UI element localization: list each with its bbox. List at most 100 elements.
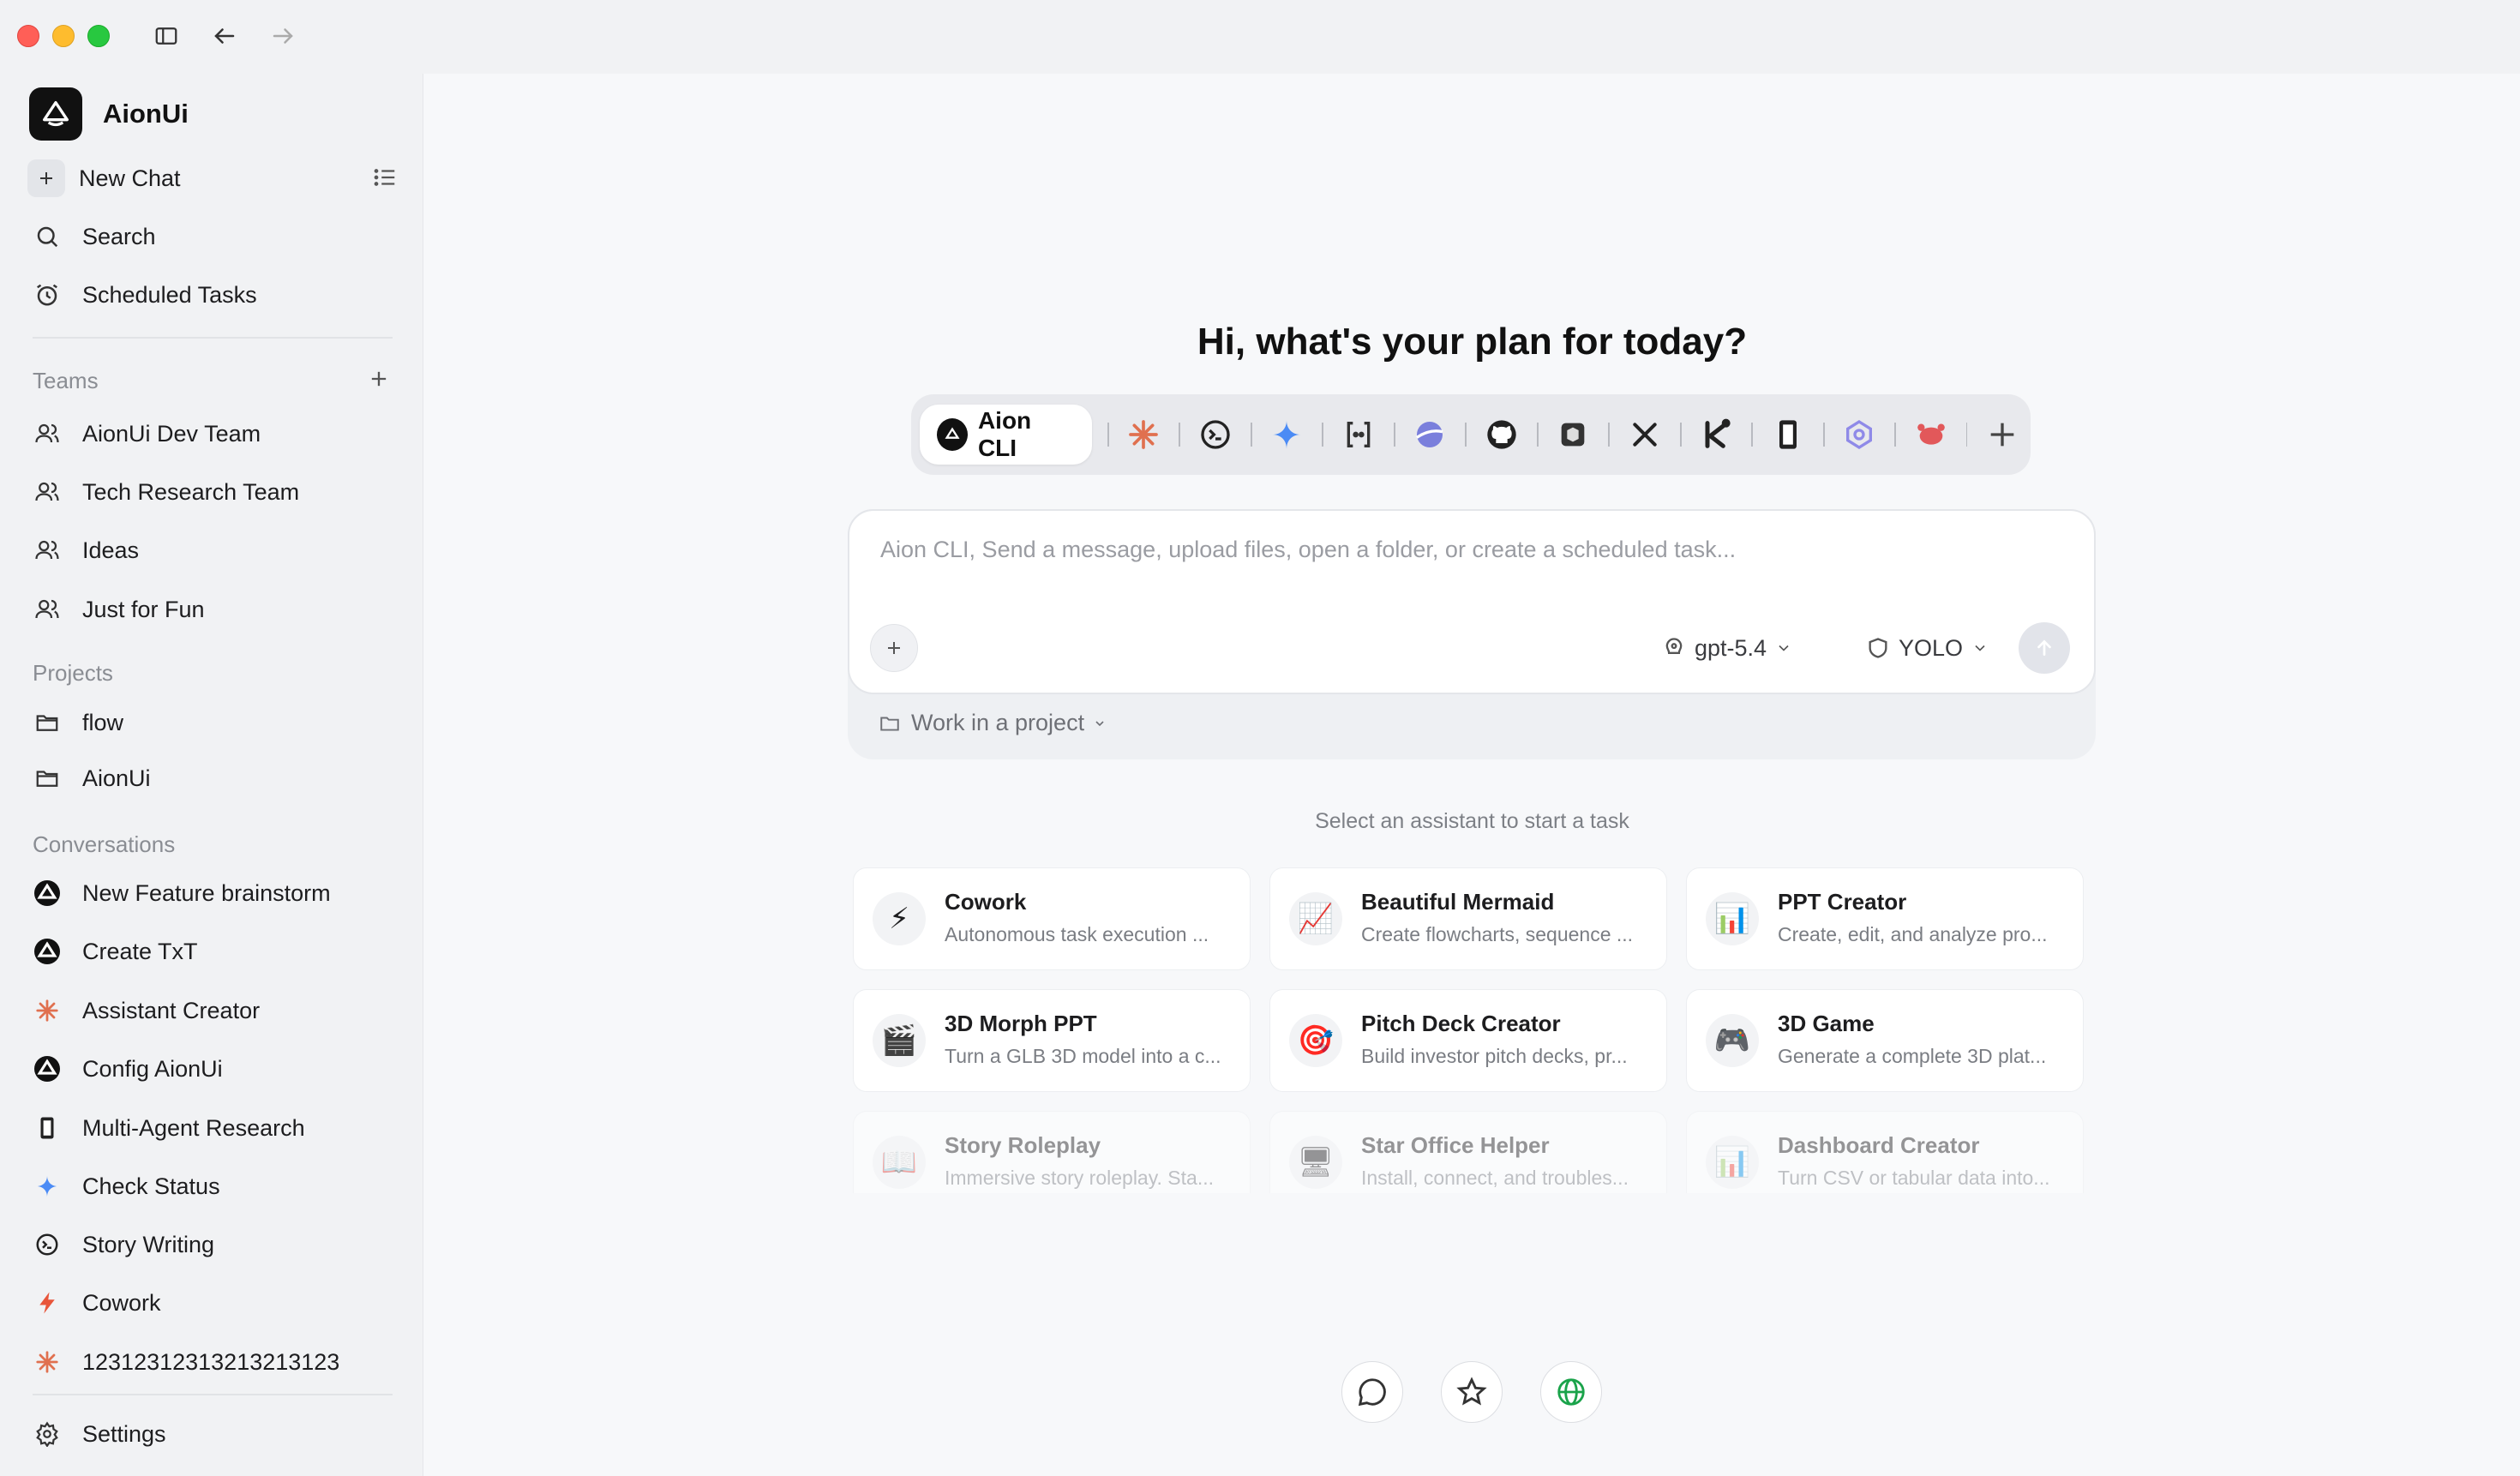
conversation-item[interactable]: Assistant Creator xyxy=(26,986,403,1035)
model-selector[interactable]: gpt-5.4 xyxy=(1662,629,1792,667)
scheduled-tasks-button[interactable]: Scheduled Tasks xyxy=(26,270,403,320)
conversation-label: Create TxT xyxy=(82,938,198,964)
cube-icon[interactable] xyxy=(1554,414,1593,455)
add-team-icon[interactable] xyxy=(367,367,394,394)
device-icon xyxy=(31,1112,63,1144)
window-titlebar xyxy=(0,0,2520,74)
github-icon[interactable] xyxy=(1482,414,1521,455)
team-item[interactable]: Just for Fun xyxy=(26,585,403,634)
team-label: Ideas xyxy=(82,537,140,563)
toggle-sidebar-icon[interactable] xyxy=(149,19,183,53)
attach-button[interactable] xyxy=(870,624,918,672)
assistant-card-dashboard[interactable]: 📊 Dashboard Creator Turn CSV or tabular … xyxy=(1686,1111,2084,1193)
chevron-down-icon xyxy=(1779,645,1789,651)
team-label: Tech Research Team xyxy=(82,478,300,505)
assistant-card-3d-morph[interactable]: 🎬 3D Morph PPT Turn a GLB 3D model into … xyxy=(853,989,1251,1092)
team-item[interactable]: Ideas xyxy=(26,525,403,575)
chat-bubble-button[interactable] xyxy=(1341,1361,1403,1423)
aion-logo-icon xyxy=(29,87,82,141)
assistant-title: 3D Morph PPT xyxy=(945,1011,1097,1036)
globe-icon xyxy=(1557,1378,1585,1406)
agent-aion-cli-tab[interactable]: Aion CLI xyxy=(920,405,1092,465)
assistant-card-mermaid[interactable]: 📈 Beautiful Mermaid Create flowcharts, s… xyxy=(1269,867,1667,970)
gamepad-icon: 🎮 xyxy=(1706,1014,1759,1067)
device-icon[interactable] xyxy=(1768,414,1808,455)
forward-arrow-icon[interactable] xyxy=(266,19,300,53)
add-agent-icon[interactable] xyxy=(1983,414,2022,455)
project-label: AionUi xyxy=(82,765,151,791)
folder-icon xyxy=(31,706,63,739)
star-icon xyxy=(1456,1377,1487,1406)
assistant-card-3d-game[interactable]: 🎮 3D Game Generate a complete 3D plat... xyxy=(1686,989,2084,1092)
assistant-card-pitch-deck[interactable]: 🎯 Pitch Deck Creator Build investor pitc… xyxy=(1269,989,1667,1092)
project-item[interactable]: flow xyxy=(26,698,403,747)
assistant-card-ppt[interactable]: 📊 PPT Creator Create, edit, and analyze … xyxy=(1686,867,2084,970)
agent-selector-bar: Aion CLI xyxy=(911,394,2031,475)
claude-icon[interactable] xyxy=(1125,414,1164,455)
search-button[interactable]: Search xyxy=(26,212,403,261)
web-button[interactable] xyxy=(1540,1361,1602,1423)
separator xyxy=(1322,423,1324,447)
mode-selector[interactable]: YOLO xyxy=(1866,629,1989,667)
separator xyxy=(1536,423,1539,447)
model-label: gpt-5.4 xyxy=(1695,634,1767,661)
book-icon: 📖 xyxy=(873,1136,926,1189)
conversation-item[interactable]: Create TxT xyxy=(26,927,403,976)
conversation-item[interactable]: New Feature brainstorm xyxy=(26,868,403,918)
planet-icon[interactable] xyxy=(1411,414,1450,455)
brand[interactable]: AionUi xyxy=(29,87,189,141)
settings-button[interactable]: Settings xyxy=(26,1409,403,1459)
flower-icon[interactable] xyxy=(1840,414,1880,455)
lightning-icon: ⚡ xyxy=(873,892,926,945)
assistant-card-story[interactable]: 📖 Story Roleplay Immersive story rolepla… xyxy=(853,1111,1251,1193)
assistant-card-star-office[interactable]: 🖥 Star Office Helper Install, connect, a… xyxy=(1269,1111,1667,1193)
assistant-desc: Install, connect, and troubles... xyxy=(1361,1167,1629,1189)
team-item[interactable]: AionUi Dev Team xyxy=(26,409,403,459)
work-in-project-button[interactable]: Work in a project xyxy=(879,710,1107,736)
back-arrow-icon[interactable] xyxy=(207,19,242,53)
conversation-item[interactable]: Cowork xyxy=(26,1278,403,1328)
folder-icon xyxy=(880,717,899,731)
conversation-label: Story Writing xyxy=(82,1231,215,1257)
claude-icon xyxy=(31,994,63,1027)
separator xyxy=(1465,423,1467,447)
arrow-up-icon xyxy=(2037,639,2051,656)
favorites-button[interactable] xyxy=(1441,1361,1503,1423)
cross-blade-icon[interactable] xyxy=(1625,414,1665,455)
message-input-box[interactable]: Aion CLI, Send a message, upload files, … xyxy=(848,509,2096,694)
separator xyxy=(1393,423,1395,447)
separator xyxy=(1751,423,1754,447)
assistant-title: Pitch Deck Creator xyxy=(1361,1011,1561,1036)
claude-icon xyxy=(31,1346,63,1378)
plus-icon xyxy=(27,159,65,197)
conversation-item[interactable]: Story Writing xyxy=(26,1220,403,1269)
kimi-icon[interactable] xyxy=(1697,414,1737,455)
new-chat-button[interactable]: New Chat xyxy=(26,153,403,203)
conversation-item[interactable]: Check Status xyxy=(26,1161,403,1211)
conversation-item[interactable]: 12312312313213213123 xyxy=(26,1337,403,1387)
message-input[interactable]: Aion CLI, Send a message, upload files, … xyxy=(880,537,1736,563)
conversation-item[interactable]: Multi-Agent Research xyxy=(26,1103,403,1153)
separator xyxy=(1894,423,1896,447)
conversation-label: Multi-Agent Research xyxy=(82,1114,305,1141)
terminal-icon[interactable] xyxy=(1196,414,1235,455)
assistant-desc: Turn a GLB 3D model into a c... xyxy=(945,1045,1221,1067)
active-agent-label: Aion CLI xyxy=(977,407,1032,461)
assistant-card-cowork[interactable]: ⚡ Cowork Autonomous task execution ... xyxy=(853,867,1251,970)
close-window-button[interactable] xyxy=(17,25,39,47)
conversation-item[interactable]: Config AionUi xyxy=(26,1044,403,1094)
minimize-window-button[interactable] xyxy=(52,25,75,47)
send-button[interactable] xyxy=(2019,622,2070,674)
crab-icon[interactable] xyxy=(1911,414,1951,455)
chevron-down-icon xyxy=(1975,645,1985,651)
chart-up-icon: 📈 xyxy=(1289,892,1342,945)
list-view-icon[interactable] xyxy=(372,165,403,195)
gemini-icon[interactable] xyxy=(1268,414,1307,455)
team-item[interactable]: Tech Research Team xyxy=(26,467,403,517)
maximize-window-button[interactable] xyxy=(87,25,110,47)
project-item[interactable]: AionUi xyxy=(26,753,403,803)
code-bracket-icon[interactable] xyxy=(1339,414,1378,455)
teams-section-label: Teams xyxy=(33,368,99,393)
chat-bubble-icon xyxy=(1358,1378,1386,1407)
assistant-desc: Build investor pitch decks, pr... xyxy=(1361,1045,1628,1067)
